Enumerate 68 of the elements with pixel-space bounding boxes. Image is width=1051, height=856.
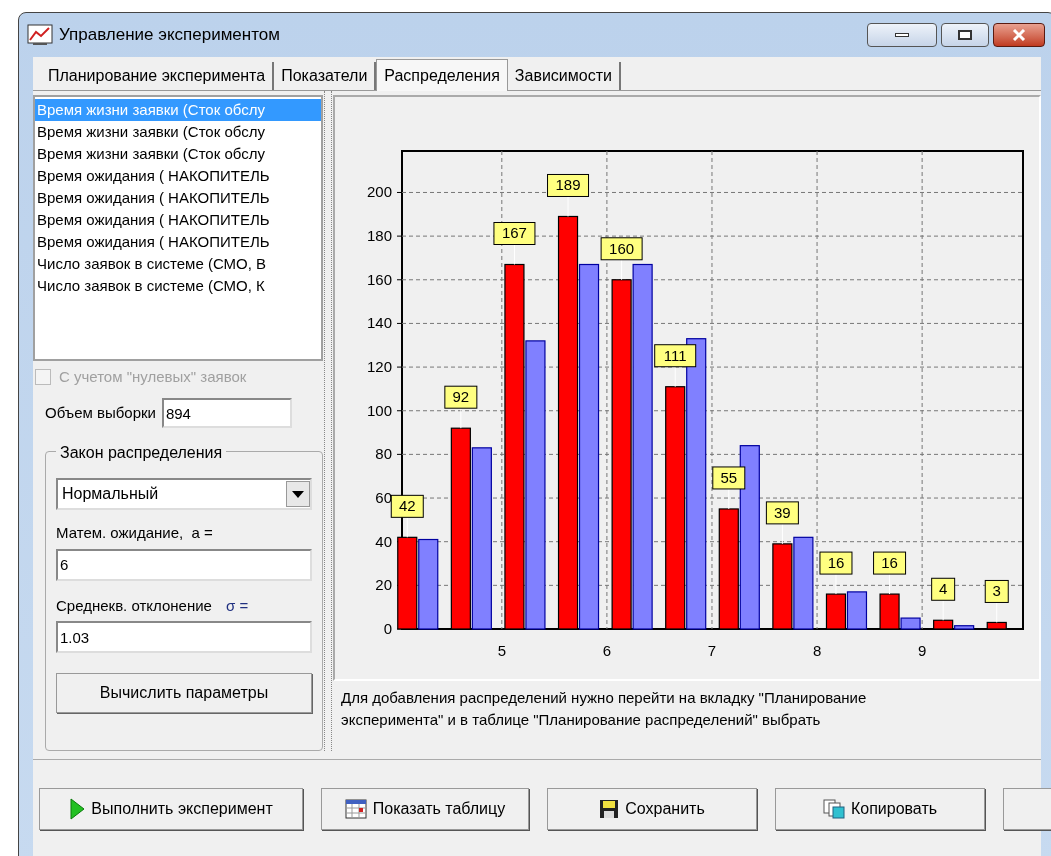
y-tick-label: 0 [383, 620, 392, 637]
sd-field[interactable]: 1.03 [56, 621, 312, 653]
mean-label: Матем. ожидание, a = [56, 523, 214, 543]
sd-label: Среднекв. отклонение [56, 595, 212, 616]
value-label: 16 [819, 551, 853, 575]
y-tick-label: 120 [366, 358, 392, 376]
value-label: 55 [712, 466, 746, 490]
y-tick-label: 140 [366, 314, 392, 332]
tab[interactable]: Распределения [376, 59, 508, 91]
copy-button[interactable]: Копировать [775, 788, 985, 830]
value-label: 39 [765, 501, 799, 525]
window-title: Управление экспериментом [59, 24, 280, 47]
close-icon [1012, 29, 1026, 41]
hint-text: Для добавления распределений нужно перейти на вкладку "Планирование эксперимента" и в таблице "Планирование распределений" выбрать [340, 688, 868, 730]
bar [846, 591, 868, 630]
value-label: 42 [390, 494, 424, 518]
y-tick-label: 60 [375, 489, 392, 507]
value-label: 160 [600, 237, 643, 261]
bar [986, 621, 1007, 630]
value-label: 167 [493, 222, 536, 245]
list-item[interactable]: Время ожидания ( НАКОПИТЕЛЬ [35, 165, 321, 187]
list-item[interactable]: Число заявок в системе (СМО, В [35, 253, 321, 275]
list-item[interactable]: Время жизни заявки (Сток обслу [35, 121, 321, 143]
list-item[interactable]: Время жизни заявки (Сток обслу [35, 143, 321, 165]
compute-parameters-button[interactable]: Вычислить параметры [56, 673, 312, 713]
value-label: 16 [873, 551, 907, 575]
y-tick-label: 40 [375, 532, 392, 550]
sample-size-field[interactable]: 894 [161, 398, 292, 428]
value-label: 111 [654, 344, 697, 368]
table-button[interactable]: Показать таблицу [321, 788, 529, 830]
table-icon [344, 799, 367, 819]
maximize-button[interactable] [941, 23, 989, 47]
list-item[interactable]: Время ожидания ( НАКОПИТЕЛЬ [35, 187, 321, 209]
splitter[interactable] [324, 91, 332, 751]
close-button[interactable] [993, 23, 1045, 47]
checkbox-label: С учетом "нулевых" заявок [59, 366, 247, 387]
mean-field[interactable]: 6 [56, 548, 312, 581]
y-tick-label: 100 [366, 401, 392, 419]
y-tick-label: 180 [366, 227, 392, 245]
x-tick-label: 8 [812, 642, 822, 659]
distribution-type-dropdown[interactable]: Нормальный [56, 478, 312, 510]
tab[interactable]: Планирование эксперимента [41, 62, 275, 90]
value-label: 4 [931, 577, 956, 601]
list-item[interactable]: Время ожидания ( НАКОПИТЕЛЬ [35, 231, 321, 253]
save-button[interactable]: Сохранить [547, 788, 757, 830]
y-tick-label: 200 [366, 183, 392, 201]
value-label: 92 [444, 385, 478, 409]
x-tick-label: 5 [497, 642, 506, 659]
run-button[interactable]: Выполнить эксперимент [39, 788, 303, 830]
x-tick-label: 7 [707, 642, 717, 659]
x-tick-label: 9 [917, 642, 927, 659]
bar [825, 593, 847, 630]
minimize-button[interactable] [867, 23, 937, 47]
sigma-symbol: σ = [225, 595, 249, 616]
y-tick-label: 80 [375, 445, 392, 463]
dropdown-arrow-icon [292, 490, 304, 498]
value-label: 189 [547, 174, 590, 197]
x-tick-label: 6 [602, 642, 612, 659]
y-tick-label: 20 [375, 576, 392, 594]
chart-app-icon [27, 24, 53, 46]
tab[interactable]: Зависимости [507, 62, 621, 90]
list-item[interactable]: Время ожидания ( НАКОПИТЕЛЬ [35, 209, 321, 231]
value-label: 3 [984, 579, 1009, 603]
sample-size-label: Объем выборки [45, 402, 156, 423]
y-tick-label: 160 [366, 270, 392, 288]
list-item[interactable]: Число заявок в системе (СМО, К [35, 275, 321, 297]
play-icon [69, 798, 86, 820]
copy-icon [822, 799, 845, 819]
